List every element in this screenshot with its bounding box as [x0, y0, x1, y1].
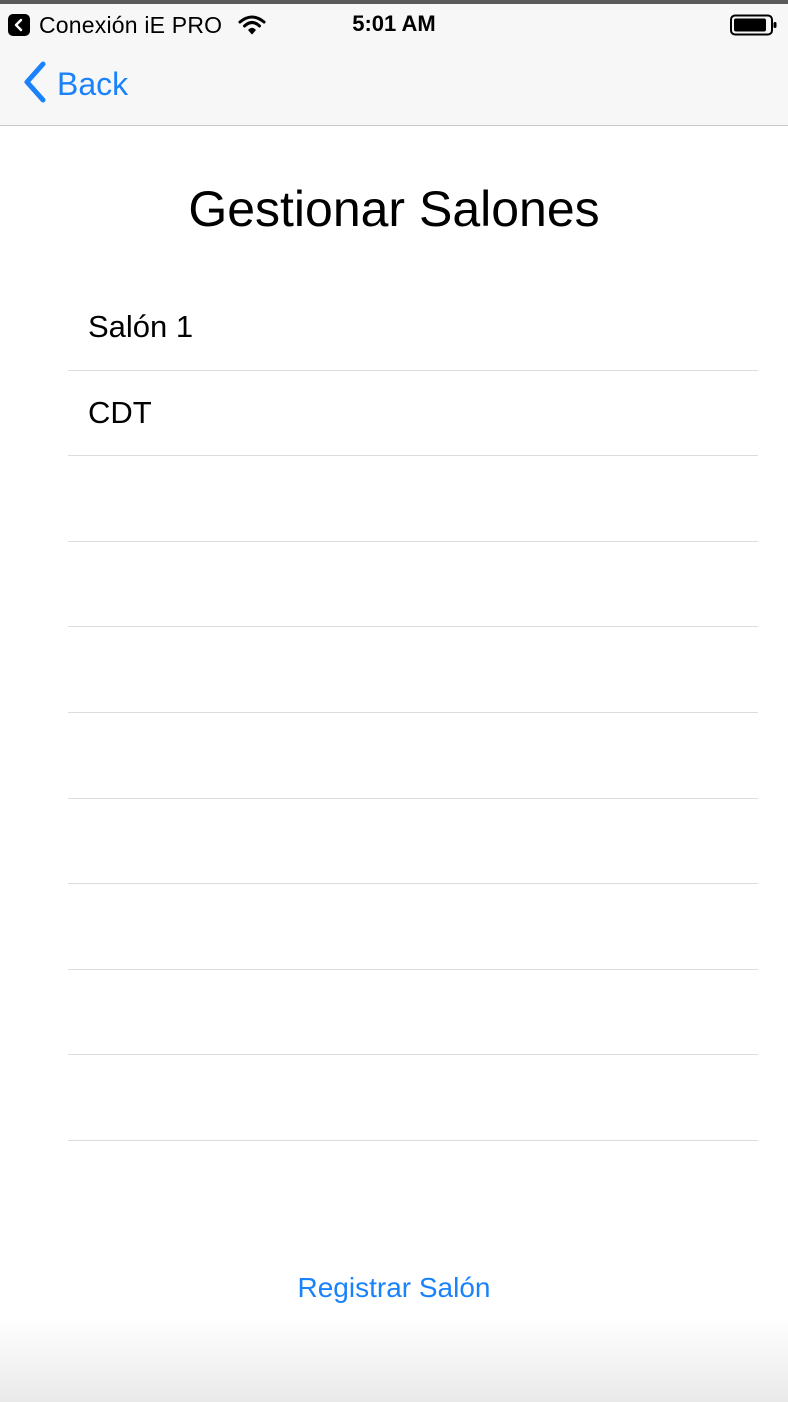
list-item[interactable]: [68, 456, 758, 542]
bottom-fade: [0, 1318, 788, 1402]
page-title: Gestionar Salones: [188, 181, 600, 237]
list-item[interactable]: [68, 884, 758, 970]
register-room-button[interactable]: Registrar Salón: [0, 1272, 788, 1304]
list-item[interactable]: [68, 713, 758, 799]
chevron-left-icon: [22, 61, 48, 108]
screen: Conexión iE PRO 5:01 AM Back Gestionar S…: [0, 0, 788, 1402]
battery-icon: [730, 14, 778, 41]
status-time: 5:01 AM: [352, 11, 436, 36]
list-item[interactable]: CDT: [68, 371, 758, 457]
navigation-bar: Back: [0, 44, 788, 126]
back-label: Back: [57, 65, 129, 102]
list-item[interactable]: [68, 799, 758, 885]
list-item[interactable]: Salón 1: [68, 285, 758, 371]
status-bar: Conexión iE PRO 5:01 AM: [0, 4, 788, 44]
list-item-label: Salón 1: [88, 309, 194, 345]
list-item[interactable]: [68, 1055, 758, 1141]
back-button[interactable]: Back: [22, 61, 129, 108]
list-item[interactable]: [68, 627, 758, 713]
room-list: Salón 1 CDT: [68, 285, 758, 1141]
list-item[interactable]: [68, 970, 758, 1056]
list-item[interactable]: [68, 542, 758, 628]
list-item-label: CDT: [88, 394, 152, 430]
